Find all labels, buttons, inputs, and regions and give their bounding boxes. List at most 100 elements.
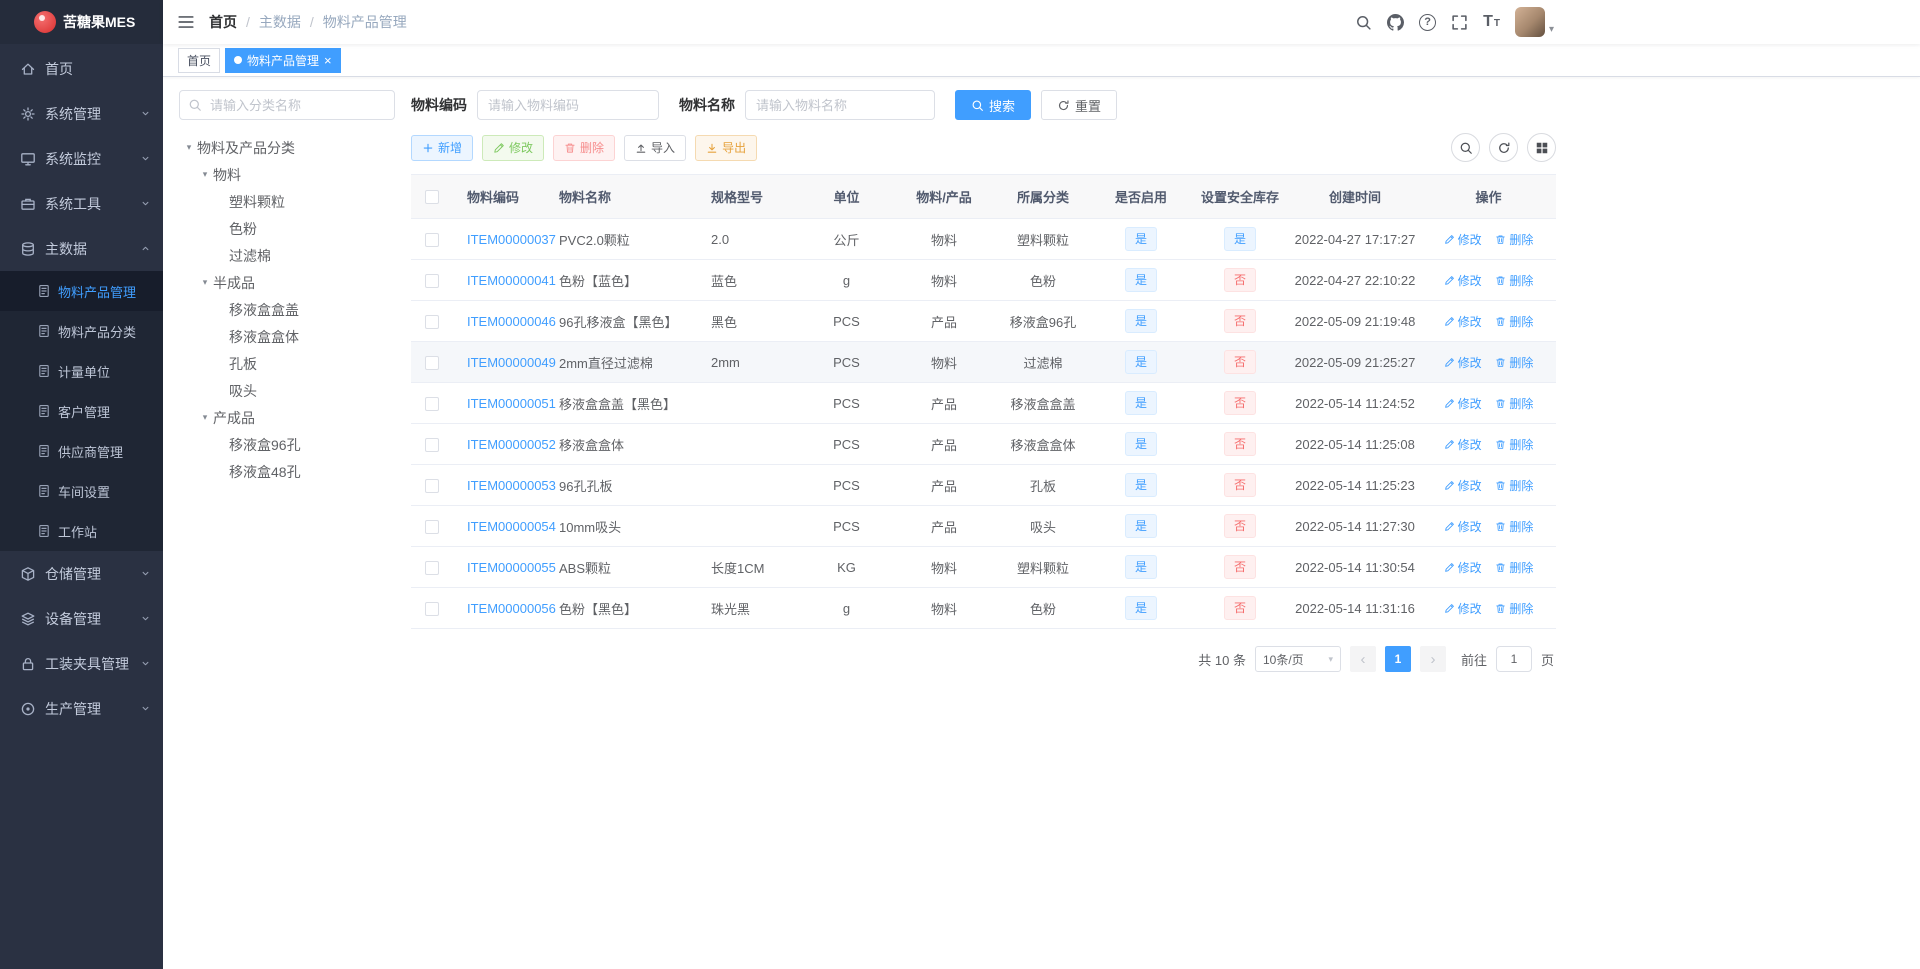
column-header[interactable]: 操作 xyxy=(1421,174,1556,219)
tree-leaf[interactable]: 塑料颗粒 xyxy=(179,188,395,215)
material-code-link[interactable]: ITEM00000046 xyxy=(467,314,556,329)
column-header[interactable]: 是否启用 xyxy=(1091,174,1191,219)
safety-stock-badge[interactable]: 否 xyxy=(1223,268,1256,292)
table-row[interactable]: ITEM00000051 移液盒盒盖【黑色】 PCS 产品 移液盒盒盖 是 否 … xyxy=(411,382,1556,424)
row-delete-button[interactable]: 删除 xyxy=(1495,395,1533,412)
sidebar-item-equipment-mgmt[interactable]: 设备管理 xyxy=(0,596,163,641)
search-icon[interactable] xyxy=(1355,14,1372,31)
page-size-select[interactable]: 10条/页 ▾ xyxy=(1254,646,1341,672)
material-code-link[interactable]: ITEM00000037 xyxy=(467,232,556,247)
enabled-badge[interactable]: 是 xyxy=(1124,555,1157,579)
enabled-badge[interactable]: 是 xyxy=(1124,309,1157,333)
sidebar-item-customer-mgmt[interactable]: 客户管理 xyxy=(0,391,163,431)
row-checkbox[interactable] xyxy=(425,437,439,452)
user-menu[interactable]: ▾ xyxy=(1514,7,1554,37)
row-delete-button[interactable]: 删除 xyxy=(1495,600,1533,617)
row-edit-button[interactable]: 修改 xyxy=(1444,477,1482,494)
sidebar-item-workshop-settings[interactable]: 车间设置 xyxy=(0,471,163,511)
table-row[interactable]: ITEM00000052 移液盒盒体 PCS 产品 移液盒盒体 是 否 2022… xyxy=(411,423,1556,465)
sidebar-item-home[interactable]: 首页 xyxy=(0,46,163,91)
page-1-button[interactable]: 1 xyxy=(1384,646,1411,672)
row-edit-button[interactable]: 修改 xyxy=(1444,395,1482,412)
delete-button[interactable]: 删除 xyxy=(553,134,616,161)
row-checkbox[interactable] xyxy=(425,314,439,329)
add-button[interactable]: 新增 xyxy=(411,134,474,161)
safety-stock-badge[interactable]: 否 xyxy=(1223,391,1256,415)
row-delete-button[interactable]: 删除 xyxy=(1495,436,1533,453)
row-edit-button[interactable]: 修改 xyxy=(1444,313,1482,330)
sidebar-item-system-monitor[interactable]: 系统监控 xyxy=(0,136,163,181)
column-header[interactable]: 所属分类 xyxy=(995,174,1091,219)
row-checkbox[interactable] xyxy=(425,519,439,534)
column-header[interactable]: 物料编码 xyxy=(453,174,557,219)
enabled-badge[interactable]: 是 xyxy=(1124,432,1157,456)
sidebar-item-fixture-mgmt[interactable]: 工装夹具管理 xyxy=(0,641,163,686)
font-size-icon[interactable]: TT xyxy=(1483,14,1500,30)
tree-leaf[interactable]: 移液盒盒盖 xyxy=(179,296,395,323)
row-edit-button[interactable]: 修改 xyxy=(1444,354,1482,371)
enabled-badge[interactable]: 是 xyxy=(1124,227,1157,251)
safety-stock-badge[interactable]: 否 xyxy=(1223,350,1256,374)
sidebar-item-supplier-mgmt[interactable]: 供应商管理 xyxy=(0,431,163,471)
help-icon[interactable]: ? xyxy=(1419,13,1437,31)
enabled-badge[interactable]: 是 xyxy=(1124,596,1157,620)
sidebar-toggle-icon[interactable] xyxy=(177,13,195,31)
material-code-link[interactable]: ITEM00000053 xyxy=(467,478,556,493)
search-button[interactable]: 搜索 xyxy=(955,90,1032,120)
breadcrumb-master-data[interactable]: 主数据 xyxy=(259,12,301,32)
tree-leaf[interactable]: 移液盒48孔 xyxy=(179,458,395,485)
sidebar-item-master-data[interactable]: 主数据 xyxy=(0,226,163,271)
tree-leaf[interactable]: 色粉 xyxy=(179,215,395,242)
row-edit-button[interactable]: 修改 xyxy=(1444,518,1482,535)
table-row[interactable]: ITEM00000056 色粉【黑色】 珠光黑 g 物料 色粉 是 否 2022… xyxy=(411,587,1556,629)
row-delete-button[interactable]: 删除 xyxy=(1495,477,1533,494)
row-checkbox[interactable] xyxy=(425,396,439,411)
tree-leaf[interactable]: 移液盒盒体 xyxy=(179,323,395,350)
import-button[interactable]: 导入 xyxy=(624,134,687,161)
sidebar-item-workstation[interactable]: 工作站 xyxy=(0,511,163,551)
table-row[interactable]: ITEM00000041 色粉【蓝色】 蓝色 g 物料 色粉 是 否 2022-… xyxy=(411,259,1556,301)
column-header[interactable]: 单位 xyxy=(800,174,893,219)
material-code-link[interactable]: ITEM00000054 xyxy=(467,519,556,534)
tree-leaf[interactable]: 吸头 xyxy=(179,377,395,404)
export-button[interactable]: 导出 xyxy=(695,134,758,161)
row-checkbox[interactable] xyxy=(425,478,439,493)
enabled-badge[interactable]: 是 xyxy=(1124,473,1157,497)
tree-leaf[interactable]: 过滤棉 xyxy=(179,242,395,269)
material-name-input[interactable] xyxy=(745,90,935,120)
row-checkbox[interactable] xyxy=(425,560,439,575)
safety-stock-badge[interactable]: 是 xyxy=(1223,227,1256,251)
row-delete-button[interactable]: 删除 xyxy=(1495,272,1533,289)
table-row[interactable]: ITEM00000037 PVC2.0颗粒 2.0 公斤 物料 塑料颗粒 是 是… xyxy=(411,218,1556,260)
enabled-badge[interactable]: 是 xyxy=(1124,268,1157,292)
material-code-link[interactable]: ITEM00000056 xyxy=(467,601,556,616)
github-icon[interactable] xyxy=(1387,14,1404,31)
material-code-link[interactable]: ITEM00000041 xyxy=(467,273,556,288)
enabled-badge[interactable]: 是 xyxy=(1124,391,1157,415)
enabled-badge[interactable]: 是 xyxy=(1124,514,1157,538)
material-code-link[interactable]: ITEM00000049 xyxy=(467,355,556,370)
table-row[interactable]: ITEM00000053 96孔孔板 PCS 产品 孔板 是 否 2022-05… xyxy=(411,464,1556,506)
tree-leaf[interactable]: 移液盒96孔 xyxy=(179,431,395,458)
row-edit-button[interactable]: 修改 xyxy=(1444,559,1482,576)
table-row[interactable]: ITEM00000046 96孔移液盒【黑色】 黑色 PCS 产品 移液盒96孔… xyxy=(411,300,1556,342)
tab-home[interactable]: 首页 xyxy=(178,47,221,73)
row-delete-button[interactable]: 删除 xyxy=(1495,231,1533,248)
app-logo[interactable]: 苦糖果MES xyxy=(0,0,163,44)
tree-node[interactable]: ▾ 产成品 xyxy=(179,404,395,431)
safety-stock-badge[interactable]: 否 xyxy=(1223,555,1256,579)
column-header[interactable]: 创建时间 xyxy=(1289,174,1421,219)
sidebar-item-measure-unit[interactable]: 计量单位 xyxy=(0,351,163,391)
goto-page-input[interactable] xyxy=(1495,646,1532,672)
sidebar-item-material-product-mgmt[interactable]: 物料产品管理 xyxy=(0,271,163,311)
close-icon[interactable]: × xyxy=(324,54,332,67)
column-header[interactable]: 设置安全库存 xyxy=(1191,174,1289,219)
sidebar-item-system-mgmt[interactable]: 系统管理 xyxy=(0,91,163,136)
edit-button[interactable]: 修改 xyxy=(482,134,545,161)
row-checkbox[interactable] xyxy=(425,601,439,616)
material-code-input[interactable] xyxy=(477,90,659,120)
material-code-link[interactable]: ITEM00000055 xyxy=(467,560,556,575)
safety-stock-badge[interactable]: 否 xyxy=(1223,514,1256,538)
material-code-link[interactable]: ITEM00000051 xyxy=(467,396,556,411)
sidebar-item-production-mgmt[interactable]: 生产管理 xyxy=(0,686,163,731)
